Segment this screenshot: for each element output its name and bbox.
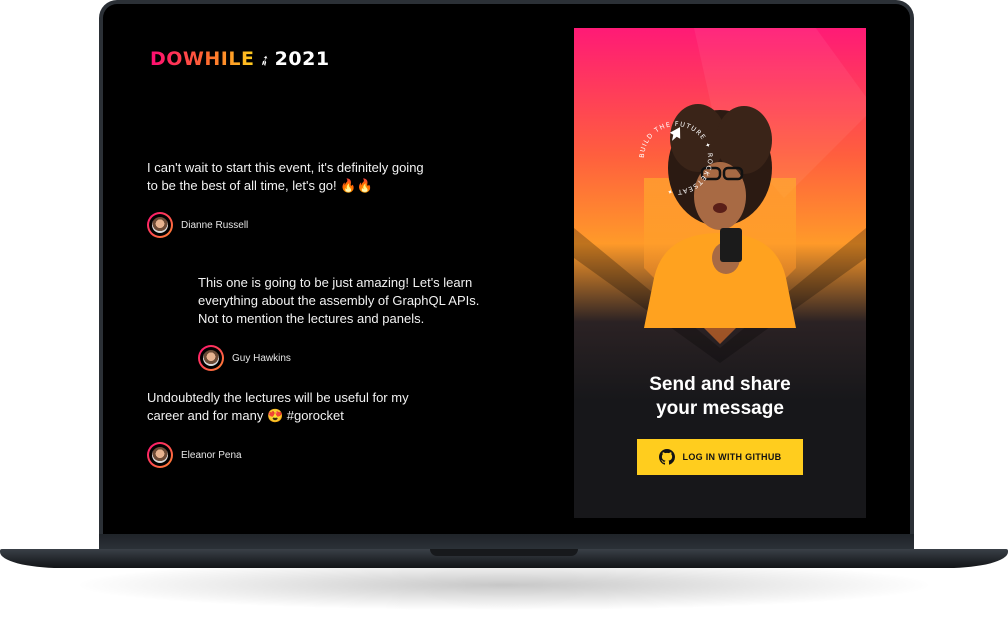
avatar <box>147 442 173 468</box>
login-panel: BUILD THE FUTURE ✦ ROCKETSEAT ✦ Send and… <box>574 28 866 518</box>
dowhile-logo: DOWHILE ➶2021 <box>150 48 330 71</box>
github-icon <box>658 449 675 465</box>
panel-title-line: your message <box>656 398 784 419</box>
message-text: I can't wait to start this event, it's d… <box>147 160 424 193</box>
rocket-icon: ➶ <box>256 51 275 71</box>
app-screen: DOWHILE ➶2021 I can't wait to start this … <box>103 4 910 534</box>
panel-title: Send and share your message <box>574 373 866 421</box>
author-name: Dianne Russell <box>181 219 249 231</box>
panel-title-line: Send and share <box>649 374 791 395</box>
message-item: I can't wait to start this event, it's d… <box>147 159 432 238</box>
login-github-label: LOG IN WITH GITHUB <box>682 452 782 462</box>
message-item: This one is going to be just amazing! Le… <box>198 274 483 371</box>
login-github-button[interactable]: LOG IN WITH GITHUB <box>637 439 803 475</box>
message-text: Undoubtedly the lectures will be useful … <box>147 390 409 423</box>
logo-brand: DOWHILE <box>150 48 255 70</box>
laptop-mockup: DOWHILE ➶2021 I can't wait to start this … <box>0 0 1008 623</box>
author-name: Guy Hawkins <box>232 352 291 364</box>
message-author: Guy Hawkins <box>198 345 483 371</box>
laptop-lid: DOWHILE ➶2021 I can't wait to start this … <box>99 0 914 552</box>
message-text: This one is going to be just amazing! Le… <box>198 275 480 326</box>
logo-year: 2021 <box>274 48 330 70</box>
author-name: Eleanor Pena <box>181 449 242 461</box>
laptop-notch <box>430 549 578 556</box>
avatar <box>147 212 173 238</box>
message-author: Eleanor Pena <box>147 442 432 468</box>
avatar <box>198 345 224 371</box>
message-author: Dianne Russell <box>147 212 432 238</box>
message-item: Undoubtedly the lectures will be useful … <box>147 389 432 468</box>
